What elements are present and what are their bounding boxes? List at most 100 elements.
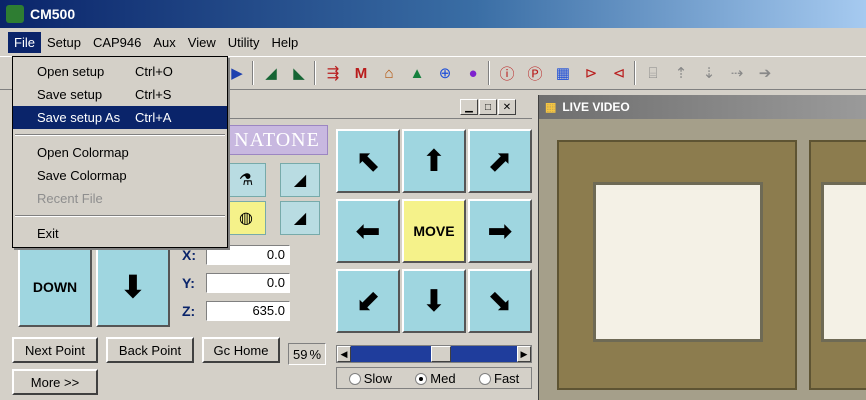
more-button[interactable]: More >> [12, 369, 98, 395]
app-logo-icon [6, 5, 24, 23]
toolbar-separator [252, 61, 254, 85]
move-down-right-button[interactable]: ⬊ [468, 269, 532, 333]
x-label: X: [182, 247, 196, 263]
menu-item-label: Open setup [37, 64, 105, 79]
probe-up-icon[interactable]: ⇡ [670, 62, 692, 84]
stage-icon[interactable]: ▲ [406, 62, 428, 84]
menu-item-shortcut: Ctrl+S [135, 87, 172, 102]
z-down-button[interactable]: DOWN [18, 247, 92, 327]
z-coordinate-field[interactable]: 635.0 [206, 301, 290, 321]
menu-aux[interactable]: Aux [147, 32, 181, 53]
probe-3-icon[interactable]: ◢ [280, 163, 320, 197]
info-icon[interactable]: ⓘ [496, 62, 518, 84]
menu-item-open-colormap[interactable]: Open Colormap [13, 141, 227, 164]
app-title: CM500 [30, 6, 76, 22]
p-icon[interactable]: Ⓟ [524, 62, 546, 84]
slider-right-arrow-icon[interactable]: ▶ [517, 346, 531, 362]
home-icon[interactable]: ⌂ [378, 62, 400, 84]
menu-item-save-setup-as[interactable]: Save setup As Ctrl+A [13, 106, 227, 129]
gc-home-button[interactable]: Gc Home [202, 337, 280, 363]
microscope-icon[interactable]: ⚗ [226, 163, 266, 197]
backward-icon[interactable]: ⊲ [608, 62, 630, 84]
slider-left-arrow-icon[interactable]: ◀ [337, 346, 351, 362]
menu-item-label: Exit [37, 226, 59, 241]
play-icon[interactable]: ▶ [226, 62, 248, 84]
slider-thumb[interactable] [431, 346, 451, 362]
banner: NATONE [226, 125, 328, 155]
menu-utility[interactable]: Utility [222, 32, 266, 53]
chip-pad-left [593, 182, 763, 342]
menu-file[interactable]: File [8, 31, 41, 53]
menu-item-open-setup[interactable]: Open setup Ctrl+O [13, 60, 227, 83]
menu-setup[interactable]: Setup [41, 32, 87, 53]
file-menu-dropdown: Open setup Ctrl+O Save setup Ctrl+S Save… [12, 56, 228, 248]
y-label: Y: [182, 275, 195, 291]
menu-item-exit[interactable]: Exit [13, 222, 227, 245]
probe-step-icon[interactable]: ⇢ [726, 62, 748, 84]
speed-slider[interactable]: ◀ ▶ [336, 345, 532, 363]
minimize-button[interactable]: ▁ [460, 99, 478, 115]
arrow-down-right-icon: ⬊ [487, 284, 513, 318]
menu-item-save-setup[interactable]: Save setup Ctrl+S [13, 83, 227, 106]
device-frame-left [557, 140, 797, 390]
toolbar-separator [634, 61, 636, 85]
probe-2-icon[interactable]: ◢ [280, 201, 320, 235]
move-up-button[interactable]: ⬆ [402, 129, 466, 193]
menu-item-recent-file: Recent File [13, 187, 227, 210]
wafer-icon[interactable]: ◍ [226, 201, 266, 235]
back-point-button[interactable]: Back Point [106, 337, 194, 363]
move-down-left-button[interactable]: ⬋ [336, 269, 400, 333]
menu-item-save-colormap[interactable]: Save Colormap [13, 164, 227, 187]
menu-cap946[interactable]: CAP946 [87, 32, 147, 53]
z-down-arrow-button[interactable]: ⬇ [96, 247, 170, 327]
colormap-icon[interactable]: ● [462, 62, 484, 84]
arrow-down-icon: ⬇ [421, 284, 447, 318]
marker-icon[interactable]: M [350, 62, 372, 84]
menu-item-shortcut: Ctrl+A [135, 110, 172, 125]
next-point-button[interactable]: Next Point [12, 337, 98, 363]
radio-fast[interactable]: Fast [479, 371, 519, 386]
move-up-right-button[interactable]: ⬈ [468, 129, 532, 193]
move-down-button[interactable]: ⬇ [402, 269, 466, 333]
move-right-button[interactable]: ➡ [468, 199, 532, 263]
radio-fast-circle-icon[interactable] [479, 373, 491, 386]
align-icon[interactable]: ⇶ [322, 62, 344, 84]
layer-icon[interactable]: ⌸ [642, 62, 664, 84]
radio-slow-circle-icon[interactable] [348, 373, 361, 386]
toolbar-separator [488, 61, 490, 85]
radio-slow[interactable]: Slow [348, 371, 392, 386]
video-title: LIVE VIDEO [562, 100, 630, 114]
arrow-down-left-icon: ⬋ [355, 284, 381, 318]
move-button[interactable]: MOVE [402, 199, 466, 263]
percent-symbol: % [309, 346, 322, 362]
move-up-left-button[interactable]: ⬉ [336, 129, 400, 193]
forward-icon[interactable]: ⊳ [580, 62, 602, 84]
down-label: DOWN [32, 279, 78, 295]
probe-lift-icon[interactable]: ◣ [288, 62, 310, 84]
maximize-button[interactable]: □ [479, 99, 497, 115]
menu-item-shortcut: Ctrl+O [135, 64, 173, 79]
radio-fast-label: Fast [494, 370, 520, 386]
live-video-titlebar: ▦ LIVE VIDEO [539, 95, 866, 119]
probe-down-icon[interactable]: ⇣ [698, 62, 720, 84]
video-camera-icon: ▦ [545, 100, 557, 114]
menu-view[interactable]: View [182, 32, 222, 53]
arrow-right-icon: ➡ [487, 214, 513, 248]
grid-icon[interactable]: ▦ [552, 62, 574, 84]
menu-item-label: Recent File [37, 191, 103, 206]
radio-med-circle-icon[interactable] [415, 373, 428, 386]
toolbar-separator [314, 61, 316, 85]
probe-icon[interactable]: ◢ [260, 62, 282, 84]
y-coordinate-field[interactable]: 0.0 [206, 273, 290, 293]
target-icon[interactable]: ⊕ [434, 62, 456, 84]
move-label: MOVE [413, 223, 455, 239]
arrow-icon[interactable]: ➔ [754, 62, 776, 84]
x-coordinate-field[interactable]: 0.0 [206, 245, 290, 265]
menu-item-label: Open Colormap [37, 145, 129, 160]
radio-med[interactable]: Med [415, 371, 456, 386]
arrow-down-icon: ⬇ [120, 270, 146, 304]
move-left-button[interactable]: ⬅ [336, 199, 400, 263]
close-button[interactable]: ✕ [498, 99, 516, 115]
menu-help[interactable]: Help [266, 32, 305, 53]
arrow-left-icon: ⬅ [355, 214, 381, 248]
